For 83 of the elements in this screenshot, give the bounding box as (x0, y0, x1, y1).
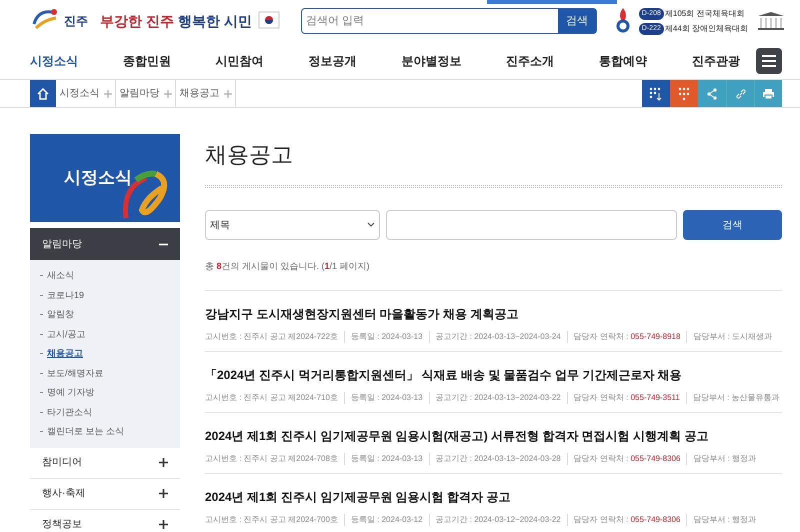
logo-text: 진주 (64, 13, 88, 30)
post-meta: 담당부서 : 행정과 (686, 514, 756, 526)
post-title[interactable]: 2024년 제1회 진주시 임기제공무원 임용시험(재공고) 서류전형 합격자 면접시험 시행계획 공고 (205, 426, 782, 444)
sidebar-link[interactable]: 고시/공고 (47, 326, 86, 342)
download-button[interactable] (642, 80, 670, 107)
search-button[interactable]: 검색 (558, 9, 596, 33)
post-meta: 고시번호 : 진주시 공고 제2024-708호 (205, 452, 338, 464)
sidebar-link[interactable]: 캘린더로 보는 소식 (47, 424, 124, 440)
sidebar-link[interactable]: 새소식 (47, 268, 74, 284)
post-meta: 고시번호 : 진주시 공고 제2024-710호 (205, 392, 338, 404)
section-title: 시정소식 (64, 167, 132, 190)
post-meta: 등록일 : 2024-03-12 (344, 514, 423, 526)
slogan-text: 행복한 시민 (178, 12, 252, 30)
post-meta: 담당자 연락처 : 055-749-8306 (566, 514, 680, 526)
link-icon (734, 88, 746, 100)
post-count: 총 8건의 게시물이 있습니다. (1/1 페이지) (205, 260, 371, 273)
post-meta: 담당부서 : 농산물유통과 (686, 392, 780, 404)
post-meta: 등록일 : 2024-03-13 (344, 452, 423, 464)
post-meta: 담당부서 : 도시재생과 (686, 330, 772, 342)
sidebar-link[interactable]: 채용공고 (47, 346, 83, 362)
sidebar-group[interactable]: 알림마당 (30, 228, 180, 260)
building-icon (756, 10, 786, 32)
plus-icon (224, 90, 232, 98)
post-meta: 고시번호 : 진주시 공고 제2024-700호 (205, 514, 338, 526)
nav-tab[interactable]: 정보공개 (308, 52, 357, 70)
search-button[interactable]: 검색 (683, 210, 782, 240)
post-title[interactable]: 2024년 제1회 진주시 임기제공무원 임용시험 합격자 공고 (205, 488, 782, 506)
chevron-down-icon (367, 222, 375, 228)
breadcrumb-item[interactable]: 채용공고 (176, 80, 236, 107)
sidebar-link[interactable]: 코로나19 (47, 288, 84, 303)
nav-tab[interactable]: 진주관광 (692, 52, 740, 70)
post-title[interactable]: 「2024년 진주시 먹거리통합지원센터」 식재료 배송 및 물품검수 업무 기간제근로자 채용 (205, 366, 782, 384)
post-meta: 등록일 : 2024-03-13 (344, 392, 423, 404)
post-meta: 등록일 : 2024-03-13 (344, 330, 423, 342)
post-meta: 공고기간 : 2024-03-13~2024-03-28 (428, 452, 561, 464)
share-button[interactable] (698, 80, 726, 107)
link-button[interactable] (726, 80, 754, 107)
post-meta: 담당자 연락처 : 055-749-8306 (566, 452, 680, 464)
nav-tab[interactable]: 시정소식 (30, 52, 78, 70)
event-label: 제105회 전국체육대회 (664, 8, 744, 20)
post-meta: 담당자 연락처 : 055-749-3511 (566, 392, 680, 404)
sidebar-link[interactable]: 타기관소식 (47, 404, 92, 420)
post-meta: 공고기간 : 2024-03-13~2024-03-22 (428, 392, 561, 404)
braille-button[interactable] (670, 80, 698, 107)
sidebar-link[interactable]: 알림창 (47, 307, 74, 322)
post-meta: 담당자 연락처 : 055-749-8918 (566, 330, 680, 342)
page-title: 채용공고 (205, 141, 294, 169)
menu-button[interactable] (756, 48, 782, 74)
bullet-dash (40, 334, 43, 335)
nav-tab[interactable]: 종합민원 (122, 52, 171, 70)
post-meta: 공고기간 : 2024-03-13~2024-03-24 (428, 330, 561, 342)
braille-icon (677, 86, 691, 100)
nav-tab[interactable]: 진주소개 (506, 52, 554, 70)
share-icon (706, 88, 718, 100)
plus-icon (159, 458, 168, 467)
bullet-dash (40, 294, 43, 296)
sidebar-link[interactable]: 보도/해명자료 (47, 366, 104, 381)
bullet-dash (40, 412, 43, 413)
home-button[interactable] (30, 80, 56, 107)
plus-icon (164, 90, 172, 98)
nav-tab[interactable]: 분야별정보 (401, 52, 462, 70)
plus-icon (159, 489, 168, 498)
breadcrumb-item[interactable]: 알림마당 (116, 80, 176, 107)
post-meta: 고시번호 : 진주시 공고 제2024-722호 (205, 330, 338, 342)
post-meta: 담당부서 : 행정과 (686, 452, 756, 464)
keyword-input[interactable] (386, 210, 677, 240)
search-field[interactable]: 검색어 입력 검색 (300, 8, 597, 34)
slogan-text: 부강한 진주 (100, 12, 174, 30)
field-select[interactable]: 제목 (205, 210, 380, 240)
print-icon (762, 88, 775, 100)
nav-tab[interactable]: 통합예약 (599, 52, 648, 70)
nav-tab[interactable]: 시민참여 (216, 52, 264, 70)
plus-icon (104, 90, 112, 98)
bullet-dash (40, 372, 43, 374)
print-button[interactable] (754, 80, 782, 107)
plus-icon (159, 520, 168, 529)
download-icon (649, 86, 663, 100)
breadcrumb-item[interactable]: 시정소식 (56, 80, 116, 107)
post-meta: 공고기간 : 2024-03-12~2024-03-22 (428, 514, 561, 526)
event-label: 제44회 장애인체육대회 (664, 22, 748, 34)
sidebar-link[interactable]: 명예 기자방 (47, 385, 95, 400)
home-icon (37, 88, 49, 100)
post-title[interactable]: 강남지구 도시재생현장지원센터 마을활동가 채용 계획공고 (205, 304, 782, 322)
